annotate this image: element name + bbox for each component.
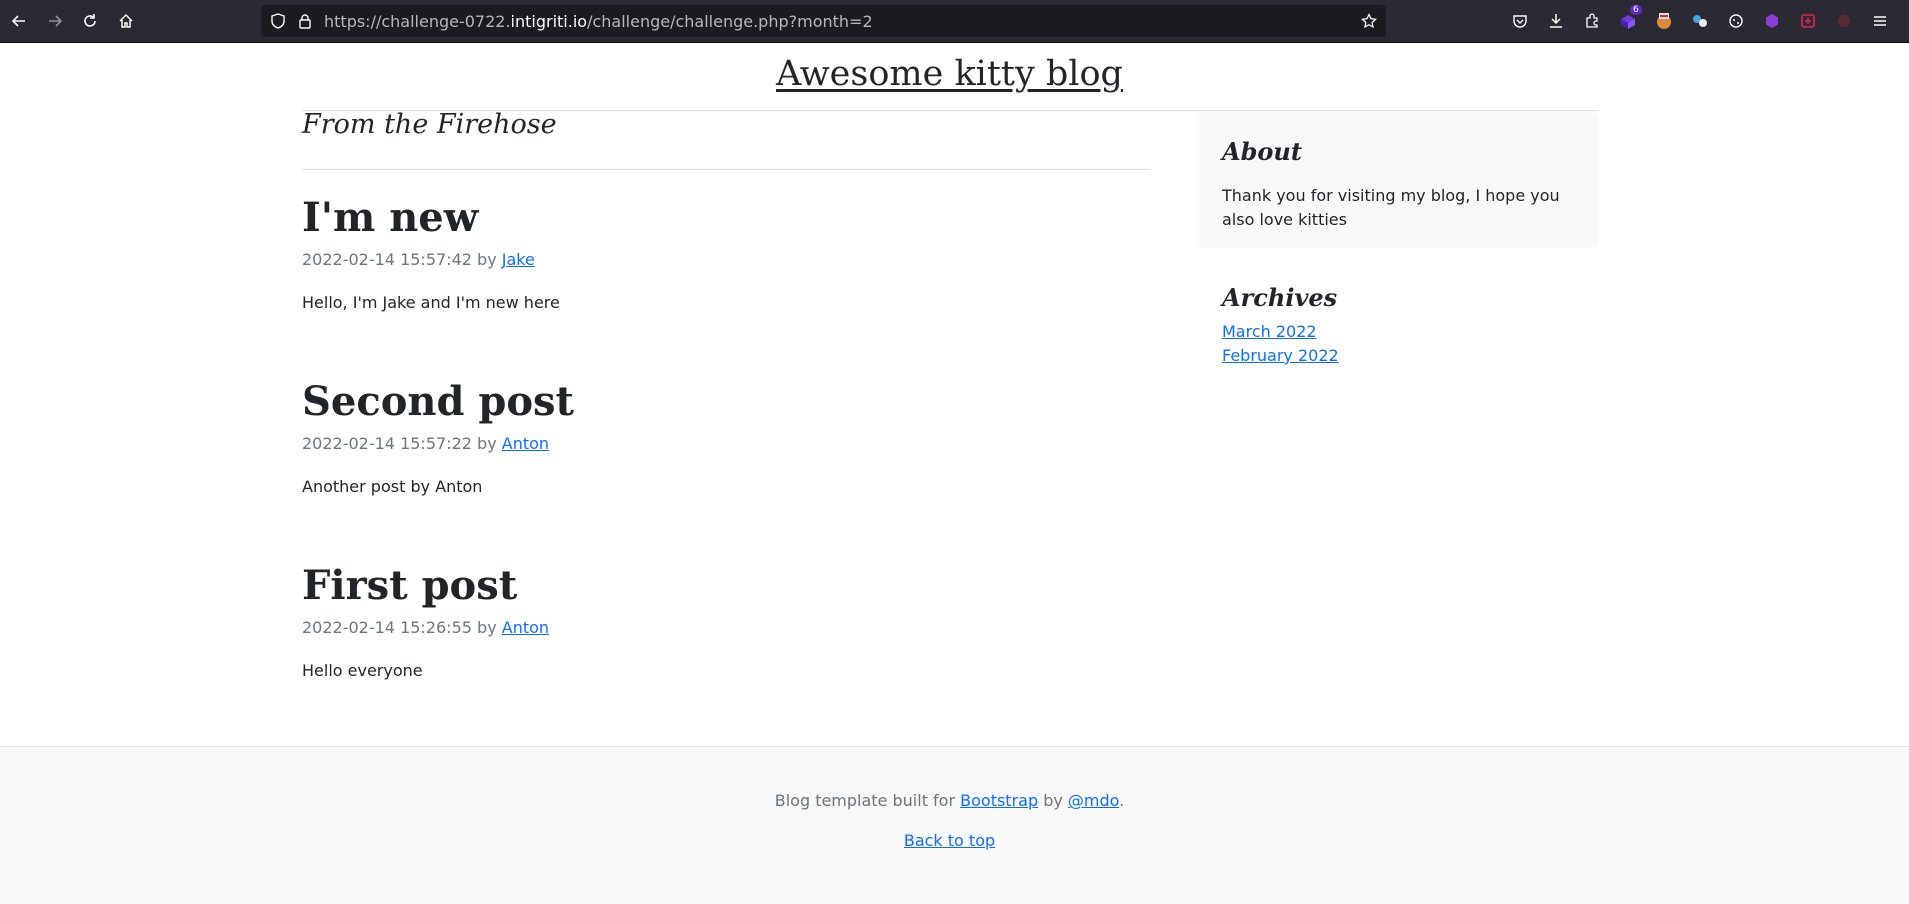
footer-text-before: Blog template built for [774, 791, 961, 810]
archives-heading: Archives [1222, 283, 1338, 312]
download-icon[interactable] [1544, 9, 1568, 33]
browser-toolbar: https://challenge-0722.intigriti.io/chal… [0, 0, 1909, 43]
post-body: Hello, I'm Jake and I'm new here [302, 293, 560, 312]
pocket-icon[interactable] [1508, 9, 1532, 33]
post-date: 2022-02-14 15:57:22 [302, 434, 472, 453]
post-by: by [477, 250, 497, 269]
archive-link-march-2022[interactable]: March 2022 [1222, 320, 1592, 344]
post-meta: 2022-02-14 15:26:55 by Anton [302, 618, 1150, 637]
section-heading: From the Firehose [302, 109, 557, 140]
extension-red-icon[interactable] [1796, 9, 1820, 33]
blog-title-link[interactable]: Awesome kitty blog [776, 54, 1123, 94]
post-title: I'm new [302, 194, 479, 241]
extension-cookie-icon[interactable] [1652, 9, 1676, 33]
footer-text-mid: by [1038, 791, 1068, 810]
post-meta: 2022-02-14 15:57:42 by Jake [302, 250, 1150, 269]
footer-text-after: . [1119, 791, 1125, 810]
lock-icon[interactable] [297, 13, 313, 33]
url-path: /challenge/challenge.php?month=2 [587, 12, 873, 31]
post-author-link[interactable]: Anton [502, 618, 549, 637]
back-to-top-link[interactable]: Back to top [904, 831, 995, 850]
post-title: First post [302, 562, 518, 609]
page-content: Awesome kitty blog From the Firehose I'm… [0, 43, 1909, 904]
post-author-link[interactable]: Anton [502, 434, 549, 453]
bootstrap-link[interactable]: Bootstrap [960, 791, 1038, 810]
forward-arrow-icon[interactable] [43, 9, 67, 33]
about-text: Thank you for visiting my blog, I hope y… [1222, 186, 1560, 229]
menu-hamburger-icon[interactable] [1868, 9, 1892, 33]
post-title: Second post [302, 378, 574, 425]
post-author-link[interactable]: Jake [502, 250, 535, 269]
home-icon[interactable] [114, 9, 138, 33]
archives-list: March 2022 February 2022 [1222, 320, 1592, 368]
blog-title: Awesome kitty blog [0, 54, 1899, 94]
extension-gear-cookie-icon[interactable] [1724, 9, 1748, 33]
section-divider [302, 169, 1150, 170]
blog-post: Second post 2022-02-14 15:57:22 by Anton… [302, 378, 1150, 496]
extension-cube-icon[interactable] [1760, 9, 1784, 33]
extension-badge: 6 [1630, 5, 1642, 15]
url-host: intigriti.io [510, 12, 588, 31]
page-footer: Blog template built for Bootstrap by @md… [0, 746, 1909, 904]
extension-purple-icon[interactable]: 6 [1616, 5, 1642, 33]
reload-icon[interactable] [78, 9, 102, 33]
footer-credit: Blog template built for Bootstrap by @md… [0, 791, 1899, 810]
post-by: by [477, 618, 497, 637]
url-text[interactable]: https://challenge-0722.intigriti.io/chal… [324, 12, 873, 31]
about-box: About Thank you for visiting my blog, I … [1198, 113, 1598, 247]
extension-wappalyzer-icon[interactable] [1688, 9, 1712, 33]
post-date: 2022-02-14 15:26:55 [302, 618, 472, 637]
post-body: Another post by Anton [302, 477, 483, 496]
archive-link-february-2022[interactable]: February 2022 [1222, 344, 1592, 368]
extension-dim-icon[interactable] [1832, 9, 1856, 33]
about-heading: About [1222, 137, 1302, 166]
blog-post: I'm new 2022-02-14 15:57:42 by Jake Hell… [302, 194, 1150, 312]
post-date: 2022-02-14 15:57:42 [302, 250, 472, 269]
bookmark-star-icon[interactable] [1361, 12, 1377, 33]
mdo-link[interactable]: @mdo [1068, 791, 1119, 810]
url-prefix: https://challenge-0722. [324, 12, 511, 31]
url-bar[interactable]: https://challenge-0722.intigriti.io/chal… [261, 5, 1386, 37]
back-arrow-icon[interactable] [7, 9, 31, 33]
archives-box: Archives March 2022 February 2022 [1222, 283, 1592, 368]
post-body: Hello everyone [302, 661, 423, 680]
post-by: by [477, 434, 497, 453]
extensions-puzzle-icon[interactable] [1580, 9, 1604, 33]
shield-icon[interactable] [270, 13, 286, 33]
back-to-top-row: Back to top [0, 831, 1899, 850]
post-meta: 2022-02-14 15:57:22 by Anton [302, 434, 1150, 453]
blog-post: First post 2022-02-14 15:26:55 by Anton … [302, 562, 1150, 680]
